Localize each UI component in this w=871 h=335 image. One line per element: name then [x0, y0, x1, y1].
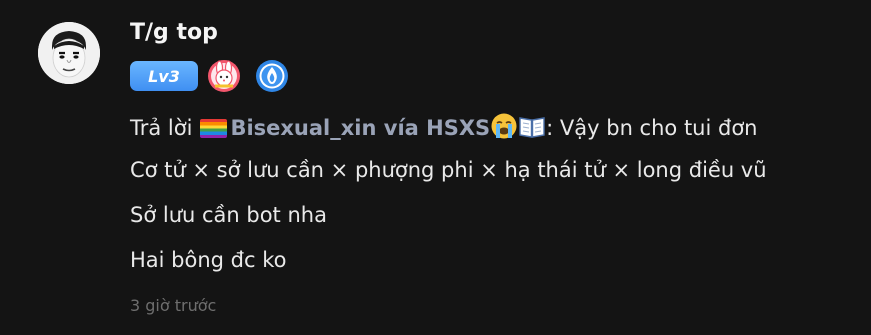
avatar[interactable]	[38, 22, 100, 84]
comment-text-line: Cơ tử × sở lưu cần × phượng phi × hạ thá…	[130, 158, 767, 182]
reply-line: Trả lời Bisexual_xin vía HSXS : Vậy bn ch…	[130, 112, 757, 142]
rainbow-flag-icon	[200, 119, 228, 138]
reply-prefix: Trả lời	[130, 116, 193, 140]
level-badge[interactable]: Lv3	[130, 61, 198, 91]
mention-link[interactable]: Bisexual_xin vía HSXS	[230, 116, 490, 140]
comment-text-line: Sở lưu cần bot nha	[130, 203, 327, 227]
comment-text-line: Hai bông đc ko	[130, 248, 287, 272]
timestamp: 3 giờ trước	[130, 296, 217, 315]
comment-item: T/g top Lv3 Trả lời Bisexual_xin vía HSXS	[0, 0, 871, 335]
badge-row: Lv3	[130, 60, 289, 92]
open-book-icon	[519, 117, 545, 138]
bunny-badge-icon[interactable]	[207, 59, 241, 93]
username[interactable]: T/g top	[130, 20, 218, 45]
crying-face-icon	[491, 113, 517, 139]
reply-separator: :	[546, 116, 560, 140]
blue-flame-badge-icon[interactable]	[255, 59, 289, 93]
quoted-text: Vậy bn cho tui đơn	[559, 116, 758, 140]
